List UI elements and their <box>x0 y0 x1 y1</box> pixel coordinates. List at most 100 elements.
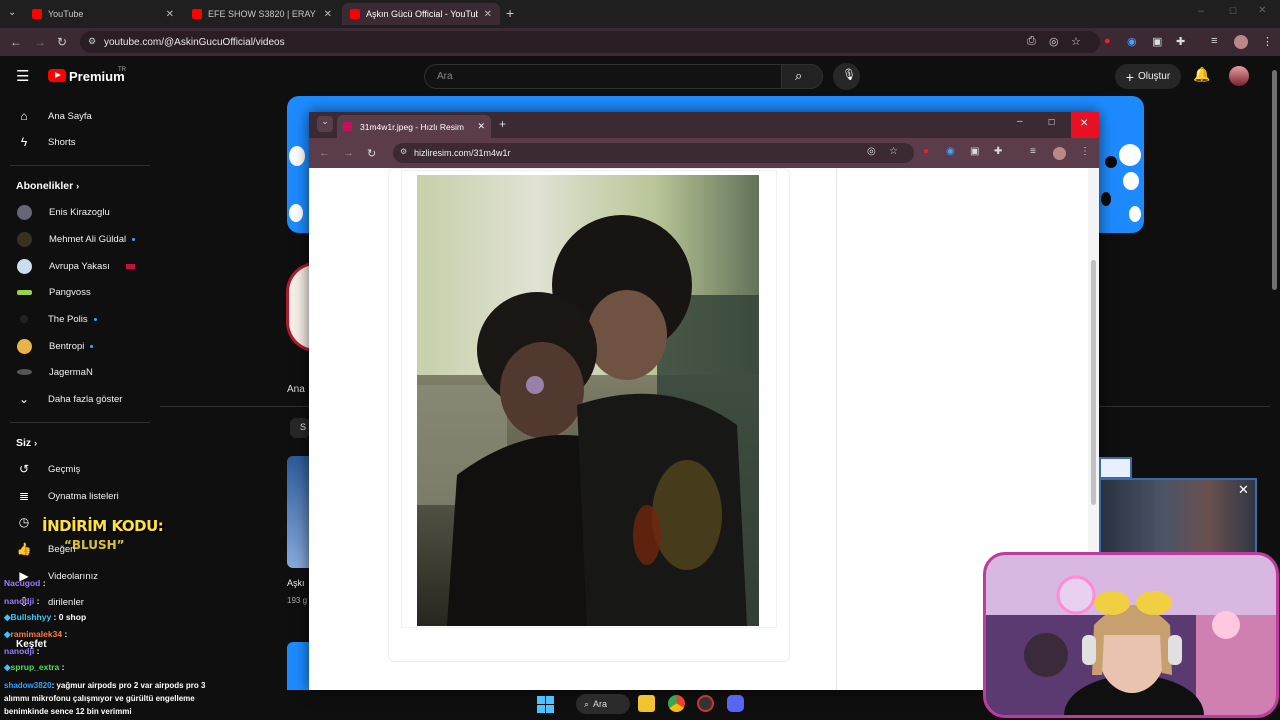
thumbs-up-icon: 👍 <box>16 542 32 556</box>
youtube-logo-icon[interactable] <box>48 69 66 82</box>
extensions-puzzle-icon[interactable]: ✚ <box>1176 35 1185 48</box>
video-thumbnail[interactable] <box>287 642 309 690</box>
subscriptions-heading[interactable]: Abonelikler › <box>16 180 79 192</box>
extension-audio-icon[interactable]: ◉ <box>1127 35 1137 48</box>
popup-address-bar[interactable]: ⚙ hizliresim.com/31m4w1r <box>393 143 914 163</box>
you-heading[interactable]: Siz › <box>16 437 37 449</box>
subscription-name: JagermaN <box>49 366 93 378</box>
extension-audio-icon[interactable]: ◉ <box>946 146 955 157</box>
profile-avatar-icon[interactable] <box>1234 35 1248 49</box>
sidebar-item-shorts[interactable]: ϟ Shorts <box>0 131 158 153</box>
extension-red-icon[interactable]: ● <box>923 146 929 157</box>
channel-tab-home[interactable]: Ana <box>287 384 305 395</box>
banner-cloud-shape <box>289 146 305 166</box>
tab-close-icon[interactable]: ✕ <box>477 121 485 132</box>
more-menu-icon[interactable]: ⋮ <box>1080 146 1090 157</box>
tab-search-icon[interactable]: ⌄ <box>317 116 333 132</box>
tab-askin-gucu[interactable]: Aşkın Gücü Official - YouTube ✕ <box>342 3 500 25</box>
extensions-puzzle-icon[interactable]: ✚ <box>994 146 1002 157</box>
sort-chip[interactable]: S <box>290 418 310 438</box>
clock-icon: ◷ <box>18 515 30 529</box>
banner-cloud-shape <box>289 204 303 222</box>
notifications-bell-icon[interactable]: 🔔 <box>1193 66 1210 83</box>
video-thumbnail[interactable] <box>287 456 309 568</box>
install-icon[interactable]: ⎙ <box>1027 35 1036 48</box>
reload-icon[interactable]: ↻ <box>367 147 376 160</box>
minimize-icon[interactable]: – <box>1198 5 1204 17</box>
create-button[interactable]: + Oluştur <box>1115 64 1181 89</box>
subscription-item[interactable]: Enis Kirazoglu <box>0 201 158 223</box>
maximize-icon[interactable]: ☐ <box>1229 6 1237 17</box>
profile-avatar-icon[interactable] <box>1053 147 1066 160</box>
sidebar-item-home[interactable]: ⌂ Ana Sayfa <box>0 105 158 127</box>
tab-youtube[interactable]: YouTube ✕ <box>24 3 182 25</box>
eye-off-icon[interactable]: ◎ <box>867 146 876 157</box>
show-more-button[interactable]: ⌄ Daha fazla göster <box>0 388 158 410</box>
close-icon[interactable]: ✕ <box>1238 482 1249 498</box>
subscription-item[interactable]: The Polis <box>0 308 158 330</box>
chat-user: nanodji <box>4 646 35 656</box>
subscription-item[interactable]: Mehmet Ali Güldal <box>0 228 158 250</box>
tab-close-icon[interactable]: ✕ <box>484 9 492 20</box>
subscription-item[interactable]: Avrupa Yakası <box>0 255 158 277</box>
subscription-item[interactable]: Bentropi <box>0 335 158 357</box>
voice-search-button[interactable]: 🎙 <box>833 63 860 90</box>
plus-icon: + <box>1125 68 1134 85</box>
eye-off-icon[interactable]: ◎ <box>1049 35 1059 48</box>
back-icon[interactable]: ← <box>319 147 330 159</box>
shorts-icon: ϟ <box>20 135 28 149</box>
video-title[interactable]: Aşkı <box>287 578 305 588</box>
extension-twitch-icon[interactable]: ▣ <box>970 146 979 157</box>
page-scrollbar-thumb[interactable] <box>1272 70 1277 290</box>
media-control-icon[interactable]: ≡ <box>1030 146 1036 157</box>
bookmark-star-icon[interactable]: ☆ <box>1071 35 1081 48</box>
obs-icon[interactable] <box>697 695 714 712</box>
popup-close-button[interactable]: ✕ <box>1071 112 1099 138</box>
windows-start-icon[interactable] <box>537 696 554 713</box>
popup-tab[interactable]: 31m4w1r.jpeg - Hızlı Resim ✕ <box>337 115 491 138</box>
sidebar-item-label: Oynatma listeleri <box>48 490 119 502</box>
youtube-account-avatar[interactable] <box>1229 66 1249 86</box>
subscription-name: Bentropi <box>49 340 85 352</box>
hamburger-menu-icon[interactable]: ☰ <box>16 67 29 85</box>
extension-red-icon[interactable]: ● <box>1104 35 1111 47</box>
site-info-icon[interactable]: ⚙ <box>88 36 96 47</box>
chrome-icon[interactable] <box>668 695 685 712</box>
youtube-brand[interactable]: Premium <box>69 69 125 84</box>
forward-icon[interactable]: → <box>343 147 354 159</box>
forward-icon[interactable]: → <box>34 35 46 49</box>
subscription-item[interactable]: Pangvoss <box>0 281 158 303</box>
taskbar-search[interactable]: ⌕ Ara <box>576 694 630 714</box>
subscription-item[interactable]: JagermaN <box>0 361 158 383</box>
chat-message: ◆ramimalek34 : <box>4 629 67 640</box>
chat-user: Bullshhyy <box>10 612 52 622</box>
minimize-icon[interactable]: – <box>1017 116 1023 127</box>
back-icon[interactable]: ← <box>10 35 22 49</box>
youtube-search-button[interactable]: ⌕ <box>781 64 823 89</box>
bookmark-star-icon[interactable]: ☆ <box>889 146 898 157</box>
new-content-dot <box>90 344 94 348</box>
tab-efe-show[interactable]: EFE SHOW S3820 | ERAY CAN Ö ✕ <box>184 3 340 25</box>
maximize-icon[interactable]: ☐ <box>1048 118 1055 127</box>
discord-icon[interactable] <box>727 695 744 712</box>
popup-scrollbar-thumb[interactable] <box>1091 260 1096 505</box>
chat-message: nanodji : <box>4 646 39 656</box>
sidebar-item-history[interactable]: ↺ Geçmiş <box>0 458 158 480</box>
address-bar[interactable]: ⚙ youtube.com/@AskinGucuOfficial/videos <box>80 31 1100 53</box>
media-control-icon[interactable]: ≡ <box>1211 35 1217 47</box>
content-divider <box>836 168 837 690</box>
reload-icon[interactable]: ↻ <box>57 35 67 49</box>
close-window-icon[interactable]: ✕ <box>1258 5 1266 16</box>
youtube-search-input[interactable]: Ara <box>424 64 782 89</box>
new-tab-icon[interactable]: + <box>506 5 514 21</box>
file-explorer-icon[interactable] <box>638 695 655 712</box>
sidebar-item-playlists[interactable]: ≣ Oynatma listeleri <box>0 485 158 507</box>
tab-close-icon[interactable]: ✕ <box>166 9 174 20</box>
more-menu-icon[interactable]: ⋮ <box>1262 35 1273 48</box>
uploaded-photo[interactable] <box>417 175 759 626</box>
tab-search-icon[interactable]: ⌄ <box>8 7 16 18</box>
tab-close-icon[interactable]: ✕ <box>324 9 332 20</box>
extension-twitch-icon[interactable]: ▣ <box>1152 35 1162 48</box>
url-text: youtube.com/@AskinGucuOfficial/videos <box>104 36 285 48</box>
new-tab-icon[interactable]: + <box>499 117 506 131</box>
